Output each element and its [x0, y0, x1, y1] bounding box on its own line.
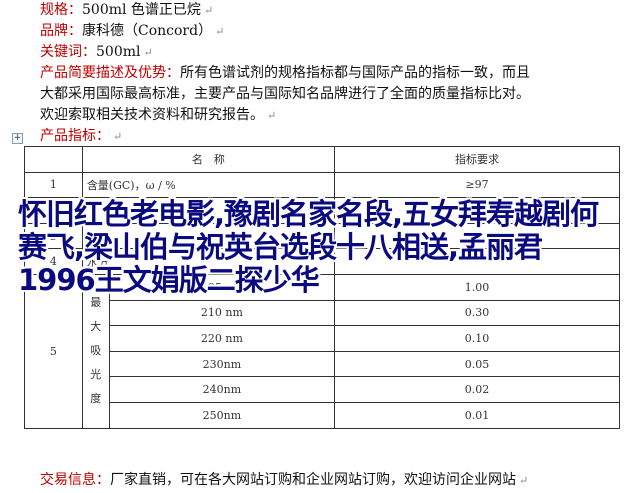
keyword-label: 关键词：: [40, 44, 96, 60]
desc-line-2: 大都采用国际最高标准，主要产品与国际知名品牌进行了全面的质量指标比对。: [40, 84, 530, 104]
paragraph-mark-icon: ↵: [143, 46, 153, 59]
trade-value: 厂家直销，可在各大网站订购和企业网站订购，欢迎访问企业网站: [110, 472, 516, 488]
wavelength-cell: 230nm: [108, 350, 336, 378]
paragraph-mark-icon: ↵: [203, 4, 214, 17]
paragraph-mark-icon: ↵: [215, 25, 225, 38]
desc-label: 产品简要描述及优势：: [40, 65, 180, 81]
spec-line: 规格：500ml 色谱正已烷 ↵: [40, 0, 213, 21]
absorbance-value: 0.10: [334, 325, 620, 352]
spec-value: 500ml 色谱正已烷: [82, 2, 201, 18]
overlay-headline: 怀旧红色老电影,豫剧名家名段,五女拜寿越剧何赛飞,梁山伯与祝英台选段十八相送,孟…: [18, 197, 599, 297]
absorbance-value: 0.02: [334, 376, 620, 403]
paragraph-mark-icon: ↵: [519, 474, 529, 487]
brand-line: 品牌：康科德（Concord） ↵: [40, 21, 224, 42]
table-row: 230nm 0.05: [25, 350, 620, 378]
absorbance-value: 0.05: [334, 350, 620, 378]
paragraph-mark-icon: ↵: [267, 109, 277, 122]
spec-label: 规格：: [40, 2, 82, 18]
absorbance-value: 0.30: [334, 299, 620, 327]
wavelength-cell: 250nm: [108, 401, 336, 429]
table-row: 210 nm 0.30: [25, 299, 620, 327]
table-row: 220 nm 0.10: [25, 325, 620, 352]
row-name: 含量(GC)，ω / %: [81, 171, 336, 199]
table-row: 240nm 0.02: [25, 376, 620, 403]
absorbance-value: 0.01: [334, 401, 620, 429]
paragraph-mark-icon: ↵: [113, 130, 123, 143]
trade-label: 交易信息：: [40, 472, 110, 488]
brand-value: 康科德（Concord）: [82, 23, 213, 39]
desc-text-3: 欢迎索取相关技术资料和研究报告。: [40, 107, 264, 123]
index-line: 产品指标： ↵: [40, 126, 122, 147]
desc-text-2: 大都采用国际最高标准，主要产品与国际知名品牌进行了全面的质量指标比对。: [40, 86, 530, 102]
desc-text-1: 所有色谱试剂的规格指标都与国际产品的指标一致，而且: [180, 65, 530, 81]
table-row: 1 含量(GC)，ω / % ≥97: [24, 171, 620, 199]
header-cell-no: [24, 146, 83, 173]
row-group-label: 最大吸光度: [81, 273, 110, 429]
brand-label: 品牌：: [40, 23, 82, 39]
trade-line: 交易信息：厂家直销，可在各大网站订购和企业网站订购，欢迎访问企业网站 ↵: [40, 470, 528, 491]
desc-line-1: 产品简要描述及优势：所有色谱试剂的规格指标都与国际产品的指标一致，而且: [40, 63, 530, 83]
row-req: ≥97: [334, 171, 620, 199]
table-row: 250nm 0.01: [25, 401, 620, 429]
keyword-value: 500ml: [96, 44, 141, 60]
wavelength-cell: 220 nm: [108, 325, 336, 352]
wavelength-cell: 210 nm: [108, 299, 336, 327]
document-page: 规格：500ml 色谱正已烷 ↵ 品牌：康科德（Concord） ↵ 关键词：500…: [0, 0, 633, 493]
keyword-line: 关键词：500ml ↵: [40, 42, 153, 63]
index-label: 产品指标：: [40, 128, 110, 144]
wavelength-cell: 240nm: [108, 376, 336, 403]
desc-line-3: 欢迎索取相关技术资料和研究报告。 ↵: [40, 105, 276, 126]
row-no: 1: [24, 171, 83, 199]
row-no: 5: [24, 273, 83, 429]
header-cell-name: 名 称: [81, 146, 336, 173]
table-header-row: 名 称 指标要求: [24, 146, 620, 173]
table-move-handle-icon[interactable]: +: [12, 133, 23, 144]
header-cell-req: 指标要求: [334, 146, 620, 173]
